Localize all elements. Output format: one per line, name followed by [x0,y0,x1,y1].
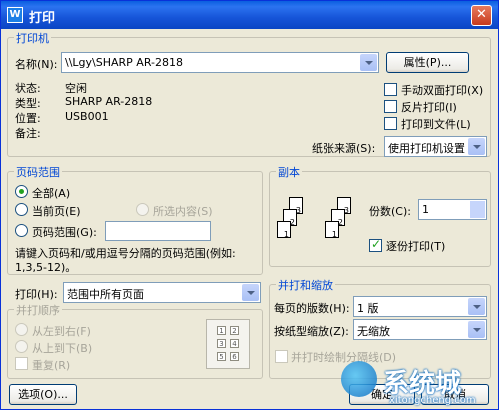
repeat-label: 重复(R) [32,359,71,372]
range-all-radio[interactable] [15,185,28,198]
left-to-right-label: 从左到右(F) [32,325,91,338]
type-value: SHARP AR-2818 [65,95,153,108]
page-range-hint-example: 1,3,5-12)。 [15,261,77,274]
printer-name-select[interactable]: \\Lgy\SHARP AR-2818 [61,52,379,73]
range-selection-radio [136,203,149,216]
type-label: 类型: [15,97,41,110]
print-dialog: W 打印 ✕ 打印机 名称(N): \\Lgy\SHARP AR-2818 属性… [0,0,499,410]
copies-count-spinner[interactable]: 1 [418,199,487,220]
range-pages-label[interactable]: 页码范围(G): [32,224,97,240]
print-to-file-checkbox[interactable] [384,117,397,130]
copies-stack-icon: 3 2 1 [323,197,363,247]
page-range-group-label: 页码范围 [14,164,62,180]
chevron-down-icon[interactable] [468,138,485,155]
dialog-title: 打印 [29,11,56,26]
pages-per-sheet-value: 1 版 [357,302,379,315]
page-icon: 1 [277,221,291,239]
pages-per-sheet-label: 每页的版数(H): [274,302,350,315]
copies-stack-icon: 3 2 1 [275,197,315,247]
scale-to-paper-label: 按纸型缩放(Z): [274,325,349,338]
scale-to-paper-select[interactable]: 无缩放 [353,319,487,340]
chevron-down-icon[interactable] [360,54,377,71]
wps-app-icon: W [7,7,23,23]
close-icon[interactable]: ✕ [471,5,492,26]
print-what-value: 范围中所有页面 [67,288,144,301]
scale-to-paper-value: 无缩放 [357,325,390,338]
pages-per-sheet-select[interactable]: 1 版 [353,296,487,317]
status-value: 空闲 [65,82,87,95]
manual-duplex-label[interactable]: 手动双面打印(X) [401,82,483,98]
chevron-down-icon[interactable] [242,284,259,301]
paper-source-value: 使用打印机设置 [388,142,465,155]
collate-layout-preview: 1 2 3 4 5 6 [206,319,250,369]
properties-button[interactable]: 属性(P)... [386,52,469,73]
location-value: USB001 [65,110,109,123]
layout-cell: 4 [230,339,239,348]
print-what-label: 打印(H): [15,288,58,301]
layout-cell: 6 [230,352,239,361]
print-to-file-label[interactable]: 打印到文件(L) [401,116,471,132]
range-all-label[interactable]: 全部(A) [32,185,70,201]
left-to-right-radio [15,323,28,336]
spin-down-icon[interactable] [470,209,485,218]
status-label: 状态: [15,82,41,95]
chevron-down-icon[interactable] [468,298,485,315]
top-to-bottom-label: 从上到下(B) [32,342,93,355]
copies-count-label: 份数(C): [369,205,411,218]
watermark-url: xitongcheng.com [389,395,476,406]
range-current-page-label[interactable]: 当前页(E) [32,203,81,219]
copies-count-value: 1 [422,203,429,216]
collate-order-group-label: 并打顺序 [14,302,62,318]
range-pages-radio[interactable] [15,224,28,237]
zoom-group-label: 并打和缩放 [276,277,335,293]
options-button[interactable]: 选项(O)... [9,384,77,405]
paper-source-label: 纸张来源(S): [312,142,376,155]
watermark-logo-icon [341,361,377,397]
printer-name-value: \\Lgy\SHARP AR-2818 [65,56,183,69]
comment-label: 备注: [15,127,41,140]
print-what-select[interactable]: 范围中所有页面 [63,282,261,303]
manual-duplex-checkbox[interactable] [384,83,397,96]
range-selection-label: 所选内容(S) [153,205,213,218]
copies-group-label: 副本 [276,164,302,180]
draw-borders-label: 并打时绘制分隔线(D) [291,351,397,364]
reverse-print-checkbox[interactable] [384,100,397,113]
chevron-down-icon[interactable] [468,321,485,338]
page-range-input[interactable] [105,221,211,241]
layout-cell: 3 [217,339,226,348]
page-icon: 1 [325,221,339,239]
range-current-page-radio[interactable] [15,203,28,216]
top-to-bottom-radio [15,340,28,353]
reverse-print-label[interactable]: 反片打印(I) [401,99,457,115]
printer-name-label: 名称(N): [15,58,58,71]
draw-borders-checkbox [275,350,288,363]
printer-group-label: 打印机 [14,30,51,46]
paper-source-select[interactable]: 使用打印机设置 [384,136,487,157]
layout-cell: 1 [217,326,226,335]
collate-checkbox[interactable] [369,237,382,252]
location-label: 位置: [15,112,41,125]
title-bar[interactable]: W 打印 ✕ [1,1,498,29]
layout-cell: 2 [230,326,239,335]
layout-cell: 5 [217,352,226,361]
collate-label[interactable]: 逐份打印(T) [386,238,445,254]
repeat-checkbox [15,357,28,370]
